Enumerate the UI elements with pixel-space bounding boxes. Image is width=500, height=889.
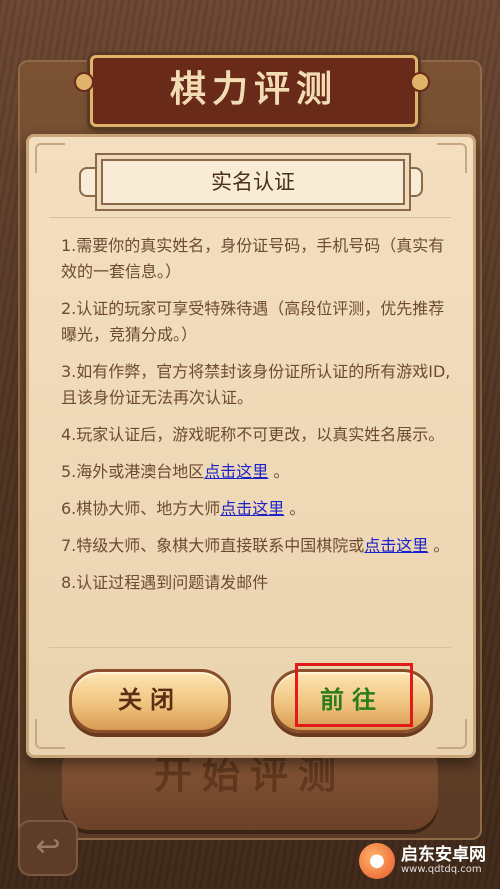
- list-item: 6.棋协大师、地方大师点击这里 。: [61, 499, 306, 518]
- master-click-here-link[interactable]: 点击这里: [220, 499, 284, 518]
- title-ornament-left: [79, 167, 97, 197]
- divider: [49, 217, 451, 218]
- divider: [49, 647, 451, 648]
- watermark-line2: www.qdtdq.com: [401, 864, 482, 875]
- corner-ornament: [35, 719, 65, 749]
- overseas-click-here-link[interactable]: 点击这里: [204, 462, 268, 481]
- watermark-line1: 启东安卓网: [401, 845, 486, 865]
- list-item: 8.认证过程遇到问题请发邮件: [61, 573, 269, 592]
- list-item: 5.海外或港澳台地区点击这里 。: [61, 462, 290, 481]
- banner-knob-right: [410, 72, 430, 92]
- corner-ornament: [437, 719, 467, 749]
- corner-ornament: [35, 143, 65, 173]
- corner-ornament: [437, 143, 467, 173]
- watermark: ● 启东安卓网 www.qdtdq.com: [359, 841, 486, 881]
- list-item: 1.需要你的真实姓名，身份证号码，手机号码（真实有效的一套信息。）: [61, 236, 445, 281]
- page-title: 棋力评测: [169, 68, 338, 110]
- title-ornament-right: [405, 167, 423, 197]
- back-arrow-icon: ↩: [35, 829, 61, 864]
- list-item: 7.特级大师、象棋大师直接联系中国棋院或点击这里 。: [61, 536, 450, 555]
- list-item: 2.认证的玩家可享受特殊待遇（高段位评测，优先推荐曝光，竞猜分成。）: [61, 299, 445, 344]
- watermark-logo-icon: ●: [359, 843, 395, 879]
- grandmaster-click-here-link[interactable]: 点击这里: [364, 536, 428, 555]
- dialog-content[interactable]: 1.需要你的真实姓名，身份证号码，手机号码（真实有效的一套信息。） 2.认证的玩…: [61, 233, 453, 643]
- list-item: 3.如有作弊，官方将禁封该身份证所认证的所有游戏ID,且该身份证无法再次认证。: [61, 362, 451, 407]
- list-item: 4.玩家认证后，游戏昵称不可更改，以真实姓名展示。: [61, 425, 445, 444]
- dialog-title: 实名认证: [101, 159, 405, 205]
- close-button[interactable]: 关闭: [69, 669, 231, 733]
- highlight-box: [295, 663, 413, 727]
- banner-knob-left: [74, 72, 94, 92]
- page-title-banner: 棋力评测: [90, 55, 418, 127]
- back-button[interactable]: ↩: [18, 820, 78, 876]
